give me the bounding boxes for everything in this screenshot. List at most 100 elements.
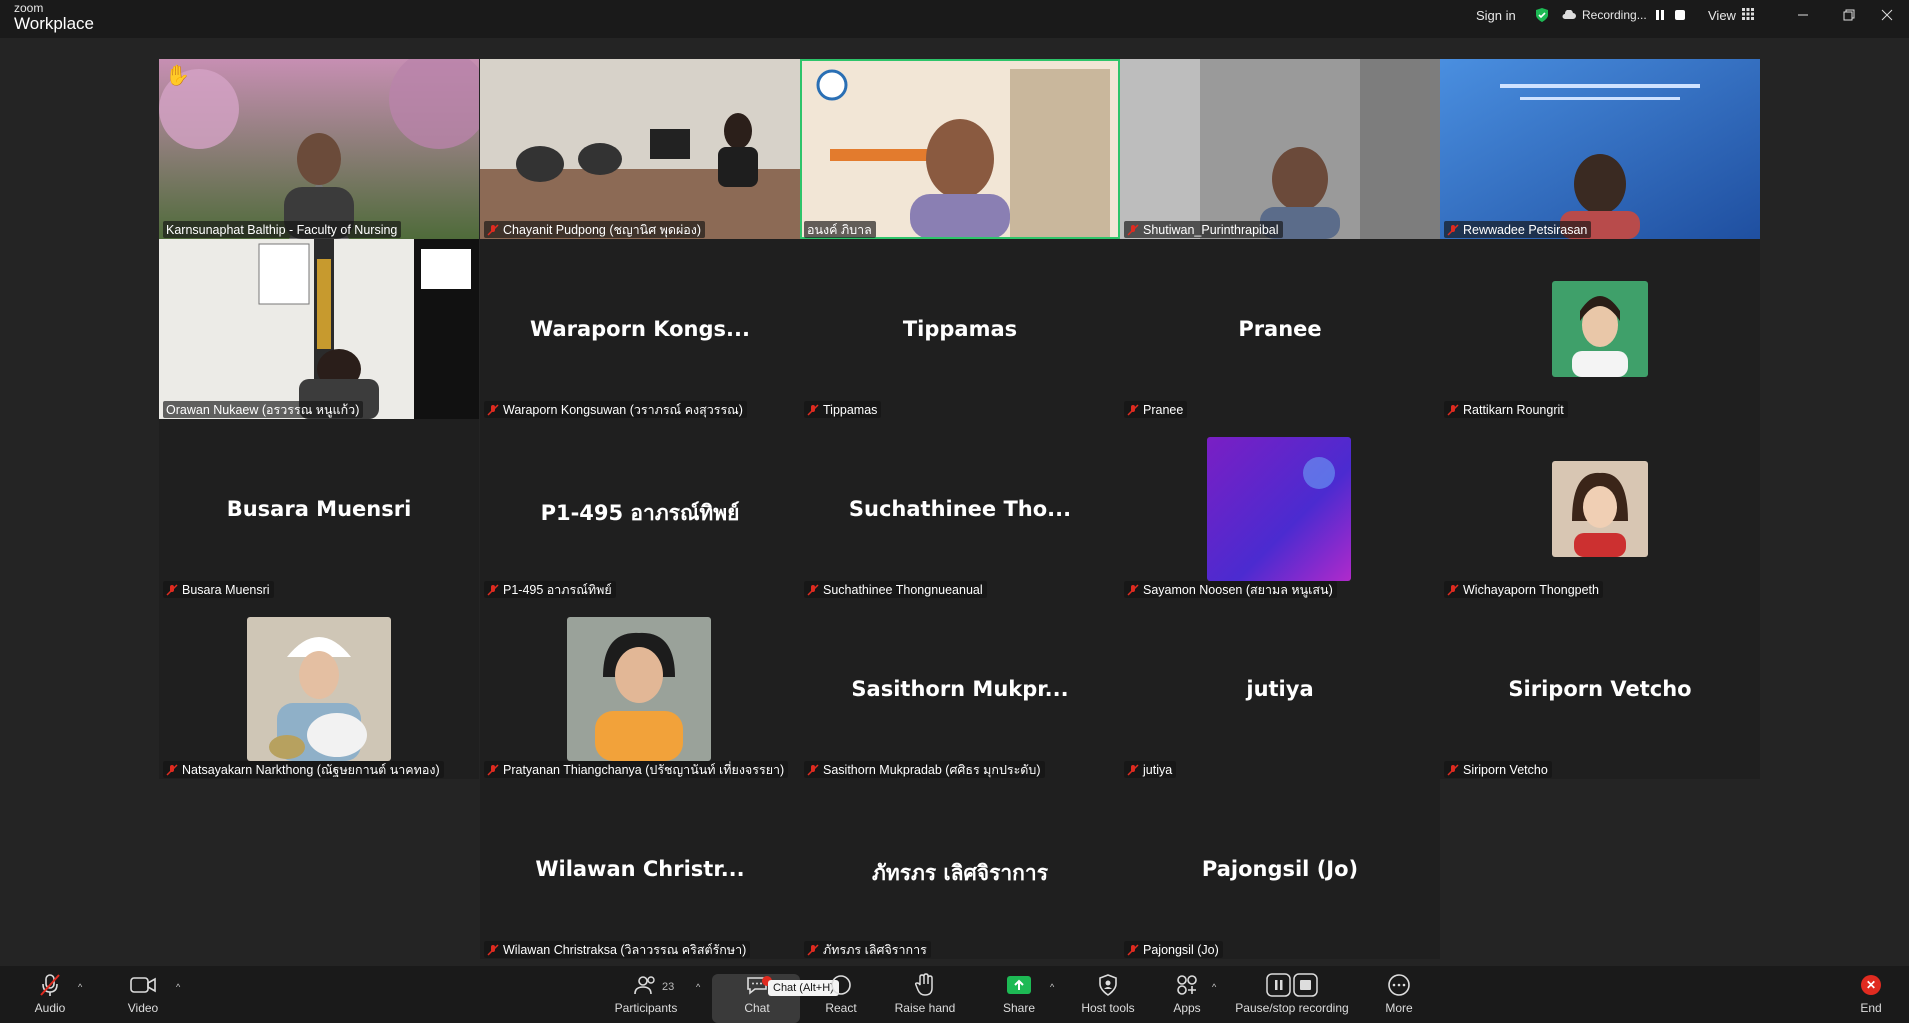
view-button[interactable]: View (1708, 0, 1754, 30)
participant-tile[interactable]: Rattikarn Roungrit (1440, 239, 1760, 419)
participant-display-name: Sasithorn Mukpr... (851, 677, 1069, 701)
participant-tile[interactable]: Wichayaporn Thongpeth (1440, 419, 1760, 599)
profile-picture (1207, 437, 1351, 581)
participant-name: Siriporn Vetcho (1463, 762, 1548, 777)
video-button[interactable]: Video (101, 972, 185, 1020)
mic-muted-icon (1127, 943, 1139, 956)
video-feed (480, 59, 800, 239)
participant-tile[interactable]: Tippamas Tippamas (800, 239, 1120, 419)
share-button[interactable]: Share (977, 972, 1061, 1020)
participants-button[interactable]: Participants (604, 972, 688, 1020)
participant-name: Pranee (1143, 402, 1184, 417)
video-options-chevron-icon[interactable]: ^ (176, 982, 180, 992)
more-button[interactable]: More (1357, 972, 1441, 1020)
apps-options-chevron-icon[interactable]: ^ (1212, 982, 1216, 992)
end-meeting-button[interactable]: ✕ End (1829, 972, 1909, 1020)
share-options-chevron-icon[interactable]: ^ (1050, 982, 1054, 992)
raise-hand-button[interactable]: Raise hand (883, 972, 967, 1020)
audio-options-chevron-icon[interactable]: ^ (78, 982, 82, 992)
participant-tile[interactable]: Waraporn Kongs... Waraporn Kongsuwan (วร… (480, 239, 800, 419)
profile-picture (1552, 281, 1648, 377)
logo-small-text: zoom (14, 1, 44, 15)
raise-hand-icon (914, 972, 936, 998)
pause-stop-recording-button[interactable]: Pause/stop recording (1232, 972, 1352, 1020)
mic-muted-icon (1447, 583, 1459, 596)
participant-display-name: Wilawan Christr... (535, 857, 745, 881)
participant-display-name: Siriporn Vetcho (1508, 677, 1692, 701)
participant-tile[interactable]: Sayamon Noosen (สยามล หนูเสน) (1120, 419, 1440, 599)
participant-tile[interactable]: Natsayakarn Narkthong (ณัฐษยกานต์ นาคทอง… (159, 599, 479, 779)
participant-tile[interactable]: Sasithorn Mukpr... Sasithorn Mukpradab (… (800, 599, 1120, 779)
participant-tile[interactable]: Pajongsil (Jo) Pajongsil (Jo) (1120, 779, 1440, 959)
host-tools-label: Host tools (1081, 1001, 1135, 1015)
participant-tile-active-speaker[interactable]: อนงค์ ภิบาล (800, 59, 1120, 239)
participant-name: Wilawan Christraksa (วิลาวรรณ คริสต์รักษ… (503, 942, 747, 957)
encryption-shield-icon[interactable] (1534, 0, 1550, 30)
participant-display-name: P1-495 อาภรณ์ทิพย์ (540, 501, 740, 525)
participant-tile[interactable]: Shutiwan_Purinthrapibal (1120, 59, 1440, 239)
apps-button[interactable]: Apps (1145, 972, 1229, 1020)
close-icon[interactable] (1865, 0, 1909, 30)
chat-label: Chat (744, 1001, 770, 1015)
sign-in-link[interactable]: Sign in (1476, 0, 1516, 30)
participant-name-tag: Sayamon Noosen (สยามล หนูเสน) (1124, 581, 1337, 598)
mic-muted-icon (807, 403, 819, 416)
participant-tile[interactable]: Chayanit Pudpong (ชญานิศ พุดผ่อง) (480, 59, 800, 239)
end-close-icon: ✕ (1861, 972, 1881, 998)
participant-tile[interactable]: Rewwadee Petsirasan (1440, 59, 1760, 239)
participant-tile[interactable]: Suchathinee Tho... Suchathinee Thongnuea… (800, 419, 1120, 599)
participant-tile[interactable]: Siriporn Vetcho Siriporn Vetcho (1440, 599, 1760, 779)
participant-tile[interactable]: Wilawan Christr... Wilawan Christraksa (… (480, 779, 800, 959)
mic-muted-icon (487, 223, 499, 236)
participant-name-tag: Chayanit Pudpong (ชญานิศ พุดผ่อง) (484, 221, 706, 238)
participant-display-name: Tippamas (902, 317, 1018, 341)
participant-display-name: Pajongsil (Jo) (1201, 857, 1359, 881)
participant-tile[interactable]: Busara Muensri Busara Muensri (159, 419, 479, 599)
mic-muted-icon (1447, 763, 1459, 776)
participants-options-chevron-icon[interactable]: ^ (696, 982, 700, 992)
mic-muted-icon (807, 583, 819, 596)
participant-tile[interactable]: Orawan Nukaew (อรวรรณ หนูแก้ว) (159, 239, 479, 419)
minimize-icon[interactable] (1781, 0, 1825, 30)
audio-button[interactable]: Audio (8, 972, 92, 1020)
video-camera-icon (130, 972, 156, 998)
mic-muted-icon (487, 403, 499, 416)
react-button[interactable]: React (799, 972, 883, 1020)
participant-name-tag: Pranee (1124, 401, 1188, 418)
participant-name: P1-495 อาภรณ์ทิพย์ (503, 582, 612, 597)
react-label: React (825, 1001, 857, 1015)
share-screen-icon (1007, 972, 1031, 998)
participant-name-tag: Siriporn Vetcho (1444, 761, 1552, 778)
participant-display-name: Suchathinee Tho... (848, 497, 1072, 521)
participant-name: Rewwadee Petsirasan (1463, 222, 1588, 237)
participant-name: Chayanit Pudpong (ชญานิศ พุดผ่อง) (503, 222, 702, 237)
participant-tile[interactable]: Pratyanan Thiangchanya (ปรัชญานันท์ เที่… (480, 599, 800, 779)
participant-tile[interactable]: Pranee Pranee (1120, 239, 1440, 419)
participant-name-tag: Suchathinee Thongnueanual (804, 581, 987, 598)
participant-name-tag: Pratyanan Thiangchanya (ปรัชญานันท์ เที่… (484, 761, 789, 778)
cloud-recording-icon (1562, 8, 1576, 23)
participant-name-tag: ภัทรภร เลิศจิราการ (804, 941, 931, 958)
participant-display-name: Busara Muensri (226, 497, 412, 521)
pause-recording-icon[interactable] (1653, 8, 1667, 22)
participant-tile[interactable]: P1-495 อาภรณ์ทิพย์ P1-495 อาภรณ์ทิพย์ (480, 419, 800, 599)
participant-name: Pratyanan Thiangchanya (ปรัชญานันท์ เที่… (503, 762, 785, 777)
profile-picture (1552, 461, 1648, 557)
participant-tile[interactable]: ✋ Karnsunaphat Balthip - Faculty of Nurs… (159, 59, 479, 239)
participant-name: Wichayaporn Thongpeth (1463, 582, 1599, 597)
participant-name-tag: Rewwadee Petsirasan (1444, 221, 1592, 238)
view-label: View (1708, 7, 1736, 23)
raised-hand-icon: ✋ (165, 65, 190, 87)
participant-name: Orawan Nukaew (อรวรรณ หนูแก้ว) (166, 402, 360, 417)
stop-recording-icon[interactable] (1673, 8, 1687, 22)
host-tools-button[interactable]: Host tools (1066, 972, 1150, 1020)
participant-tile[interactable]: ภัทรภร เลิศจิราการ ภัทรภร เลิศจิราการ (800, 779, 1120, 959)
participant-name-tag: jutiya (1124, 761, 1177, 778)
audio-label: Audio (34, 1001, 66, 1015)
mic-muted-icon (1127, 403, 1139, 416)
participant-name: Busara Muensri (182, 582, 270, 597)
participant-name-tag: Pajongsil (Jo) (1124, 941, 1223, 958)
participant-tile[interactable]: jutiya jutiya (1120, 599, 1440, 779)
participant-name-tag: Natsayakarn Narkthong (ณัฐษยกานต์ นาคทอง… (163, 761, 444, 778)
video-feed (159, 239, 479, 419)
